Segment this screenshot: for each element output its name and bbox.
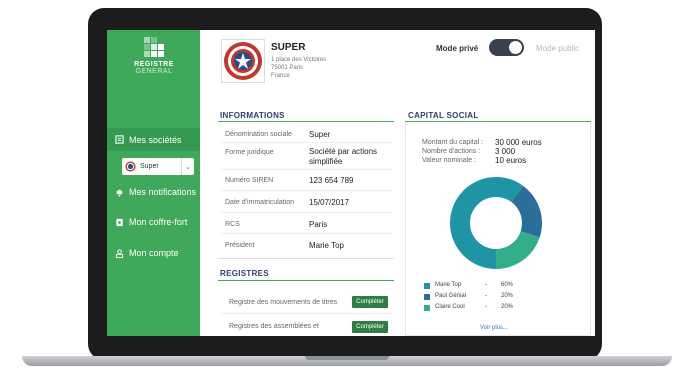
- sidebar-item-notifications[interactable]: Mes notifications: [107, 184, 200, 200]
- capital-value: 30 000 euros: [495, 138, 542, 147]
- row-divider: [220, 169, 392, 170]
- logo-line1: REGISTRE: [134, 61, 174, 68]
- info-label: Numéro SIREN: [225, 177, 274, 184]
- info-value: 123 654 789: [309, 176, 354, 185]
- sidebar-item-coffre-fort[interactable]: Mon coffre-fort: [107, 214, 200, 230]
- capital-title: CAPITAL SOCIAL: [408, 111, 479, 120]
- company-name: SUPER: [271, 42, 306, 53]
- capital-value: 3 000: [495, 147, 516, 156]
- laptop-notch: [305, 356, 389, 360]
- legend-label: Marie Top: [435, 282, 462, 288]
- company-select-value: Super: [140, 163, 159, 170]
- info-label: Date d'immatriculation: [225, 199, 295, 206]
- info-value: Marie Top: [309, 241, 344, 250]
- informations-rule: [218, 121, 394, 122]
- shield-icon: [224, 42, 262, 80]
- mode-toggle[interactable]: [489, 39, 524, 56]
- sidebar-item-label: Mes sociétés: [129, 134, 182, 145]
- sidebar-item-compte[interactable]: Mon compte: [107, 245, 200, 261]
- legend-value: 60%: [501, 282, 514, 288]
- capital-label: Valeur nominale :: [422, 157, 476, 164]
- card-divider: [218, 258, 394, 259]
- folder-icon: [115, 135, 124, 144]
- legend-separator: -: [485, 293, 487, 299]
- mode-private-label[interactable]: Mode privé: [436, 44, 478, 53]
- laptop-frame: REGISTRE GENERAL Mes sociétés Super ⌄ Me…: [0, 0, 688, 372]
- row-divider: [220, 142, 392, 143]
- legend-label: Claire Cool: [435, 304, 465, 310]
- legend-swatch: [424, 294, 430, 300]
- complete-button[interactable]: Compléter: [352, 296, 388, 308]
- sidebar-item-label: Mon coffre-fort: [129, 217, 188, 227]
- complete-button[interactable]: Compléter: [352, 321, 388, 333]
- legend-value: 20%: [501, 293, 514, 299]
- row-divider: [220, 313, 392, 314]
- registre-label: Registres des assemblées et: [229, 323, 319, 330]
- sidebar: REGISTRE GENERAL Mes sociétés Super ⌄ Me…: [107, 30, 200, 336]
- legend-swatch: [424, 283, 430, 289]
- app-logo[interactable]: REGISTRE GENERAL: [127, 36, 181, 75]
- capital-label: Montant du capital :: [422, 139, 484, 146]
- sidebar-item-societes[interactable]: Mes sociétés: [107, 128, 200, 151]
- sidebar-item-label: Mes notifications: [129, 187, 197, 197]
- info-label: Dénomination sociale: [225, 131, 292, 138]
- info-label: RCS: [225, 221, 240, 228]
- registres-title: REGISTRES: [220, 269, 269, 278]
- logo-line2: GENERAL: [135, 68, 173, 75]
- row-divider: [220, 212, 392, 213]
- row-divider: [220, 233, 392, 234]
- address-line: 1 place des Victoires: [271, 57, 327, 63]
- row-divider: [220, 190, 392, 191]
- capital-value: 10 euros: [495, 156, 527, 165]
- info-label: Président: [225, 242, 255, 249]
- info-value: Super: [309, 130, 331, 139]
- legend-separator: -: [485, 282, 487, 288]
- see-more-link[interactable]: Voir plus...: [480, 325, 508, 331]
- registres-rule: [218, 280, 394, 281]
- capital-donut-chart: [450, 177, 542, 269]
- bell-icon: [116, 189, 123, 197]
- info-value: 15/07/2017: [309, 198, 350, 207]
- info-value: Société par actions simplifiée: [309, 147, 378, 166]
- safe-icon: [116, 218, 123, 226]
- address-line: France: [271, 73, 290, 79]
- company-badge-icon: [125, 161, 136, 172]
- company-select[interactable]: Super ⌄: [122, 158, 194, 175]
- legend-swatch: [424, 305, 430, 311]
- app-screen: REGISTRE GENERAL Mes sociétés Super ⌄ Me…: [107, 30, 595, 336]
- capital-label: Nombre d'actions :: [422, 148, 481, 155]
- info-label: Forme juridique: [225, 149, 274, 156]
- address-line: 75001 Paris: [271, 65, 304, 71]
- legend-label: Paul Génial: [435, 293, 467, 299]
- registre-label: Registre des mouvements de titres: [229, 299, 338, 306]
- company-logo: [221, 39, 265, 83]
- user-icon: [115, 248, 124, 258]
- mode-public-label[interactable]: Mode public: [536, 44, 579, 53]
- sidebar-item-label: Mon compte: [129, 248, 179, 258]
- toggle-knob: [509, 41, 522, 54]
- legend-separator: -: [485, 304, 487, 310]
- informations-title: INFORMATIONS: [220, 111, 285, 120]
- logo-icon: [144, 37, 164, 57]
- info-value: Paris: [309, 220, 328, 229]
- chevron-down-icon[interactable]: ⌄: [181, 158, 194, 175]
- legend-value: 20%: [501, 304, 514, 310]
